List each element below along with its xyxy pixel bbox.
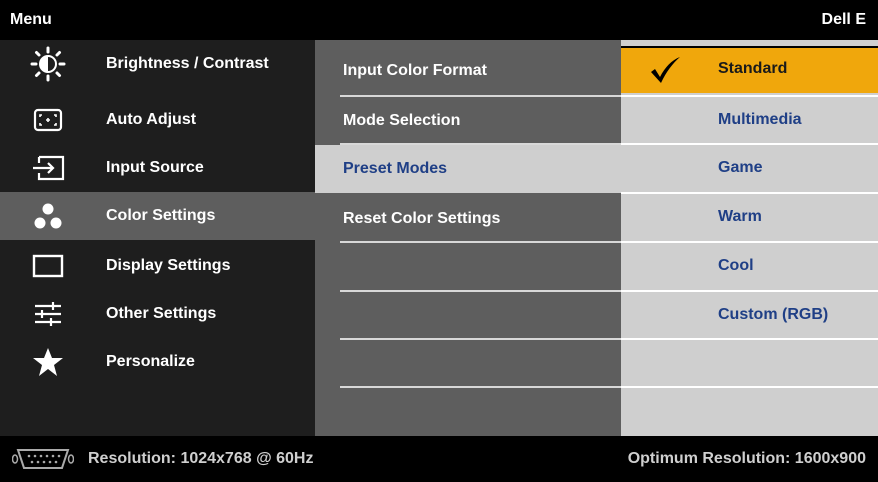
vga-connector-icon (12, 449, 74, 469)
checkmark-icon (651, 57, 680, 83)
display-settings-icon (30, 248, 66, 284)
submenu-item-label: Preset Modes (343, 160, 448, 177)
menu-title: Menu (10, 11, 52, 28)
option-standard[interactable]: Standard (621, 46, 878, 93)
submenu-panel: Input Color Format Mode Selection Preset… (315, 40, 621, 436)
nav-item-label: Personalize (106, 353, 195, 370)
option-label: Multimedia (718, 111, 802, 128)
nav-item-label: Display Settings (106, 257, 231, 274)
nav-item-label: Auto Adjust (106, 111, 197, 128)
nav-item-brightness-contrast[interactable]: Brightness / Contrast (0, 40, 315, 88)
nav-item-label: Other Settings (106, 305, 217, 322)
option-warm[interactable]: Warm (621, 194, 878, 241)
option-divider (621, 338, 878, 340)
nav-item-label: Input Source (106, 159, 204, 176)
submenu-divider (340, 386, 621, 388)
color-settings-icon (30, 198, 66, 234)
option-game[interactable]: Game (621, 145, 878, 192)
option-custom-rgb[interactable]: Custom (RGB) (621, 292, 878, 339)
auto-adjust-icon (30, 102, 66, 138)
option-label: Standard (718, 60, 788, 77)
submenu-divider (340, 241, 621, 243)
submenu-item-label: Input Color Format (343, 62, 487, 79)
submenu-item-input-color-format[interactable]: Input Color Format (315, 47, 621, 95)
option-divider (621, 386, 878, 388)
brightness-icon (30, 46, 66, 82)
nav-item-label: Brightness / Contrast (106, 55, 269, 72)
star-icon (30, 344, 66, 380)
nav-item-other-settings[interactable]: Other Settings (0, 290, 315, 338)
option-cool[interactable]: Cool (621, 243, 878, 290)
status-bar: Resolution: 1024x768 @ 60Hz Optimum Reso… (0, 436, 878, 482)
submenu-item-mode-selection[interactable]: Mode Selection (315, 97, 621, 145)
submenu-item-label: Reset Color Settings (343, 210, 501, 227)
nav-item-label: Color Settings (106, 207, 216, 224)
submenu-item-label: Mode Selection (343, 112, 461, 129)
option-label: Game (718, 159, 763, 176)
nav-item-color-settings[interactable]: Color Settings (0, 192, 315, 240)
submenu-divider (340, 338, 621, 340)
option-label: Warm (718, 208, 762, 225)
submenu-divider (340, 290, 621, 292)
nav-item-auto-adjust[interactable]: Auto Adjust (0, 96, 315, 144)
nav-item-personalize[interactable]: Personalize (0, 338, 315, 386)
option-label: Custom (RGB) (718, 306, 829, 323)
option-label: Cool (718, 257, 754, 274)
optimum-resolution: Optimum Resolution: 1600x900 (627, 450, 866, 467)
nav-item-display-settings[interactable]: Display Settings (0, 242, 315, 290)
osd-title-bar: Menu Dell E (0, 0, 878, 40)
submenu-item-reset-color-settings[interactable]: Reset Color Settings (315, 195, 621, 243)
submenu-item-preset-modes[interactable]: Preset Modes (315, 145, 621, 193)
current-resolution: Resolution: 1024x768 @ 60Hz (88, 450, 314, 467)
options-panel: Standard Multimedia Game Warm Cool Custo… (621, 40, 878, 436)
brand-label: Dell E (821, 11, 866, 28)
input-source-icon (30, 150, 66, 186)
main-menu-panel: Brightness / Contrast Auto Adjust Input … (0, 40, 315, 436)
other-settings-icon (30, 296, 66, 332)
nav-item-input-source[interactable]: Input Source (0, 144, 315, 192)
option-multimedia[interactable]: Multimedia (621, 97, 878, 144)
